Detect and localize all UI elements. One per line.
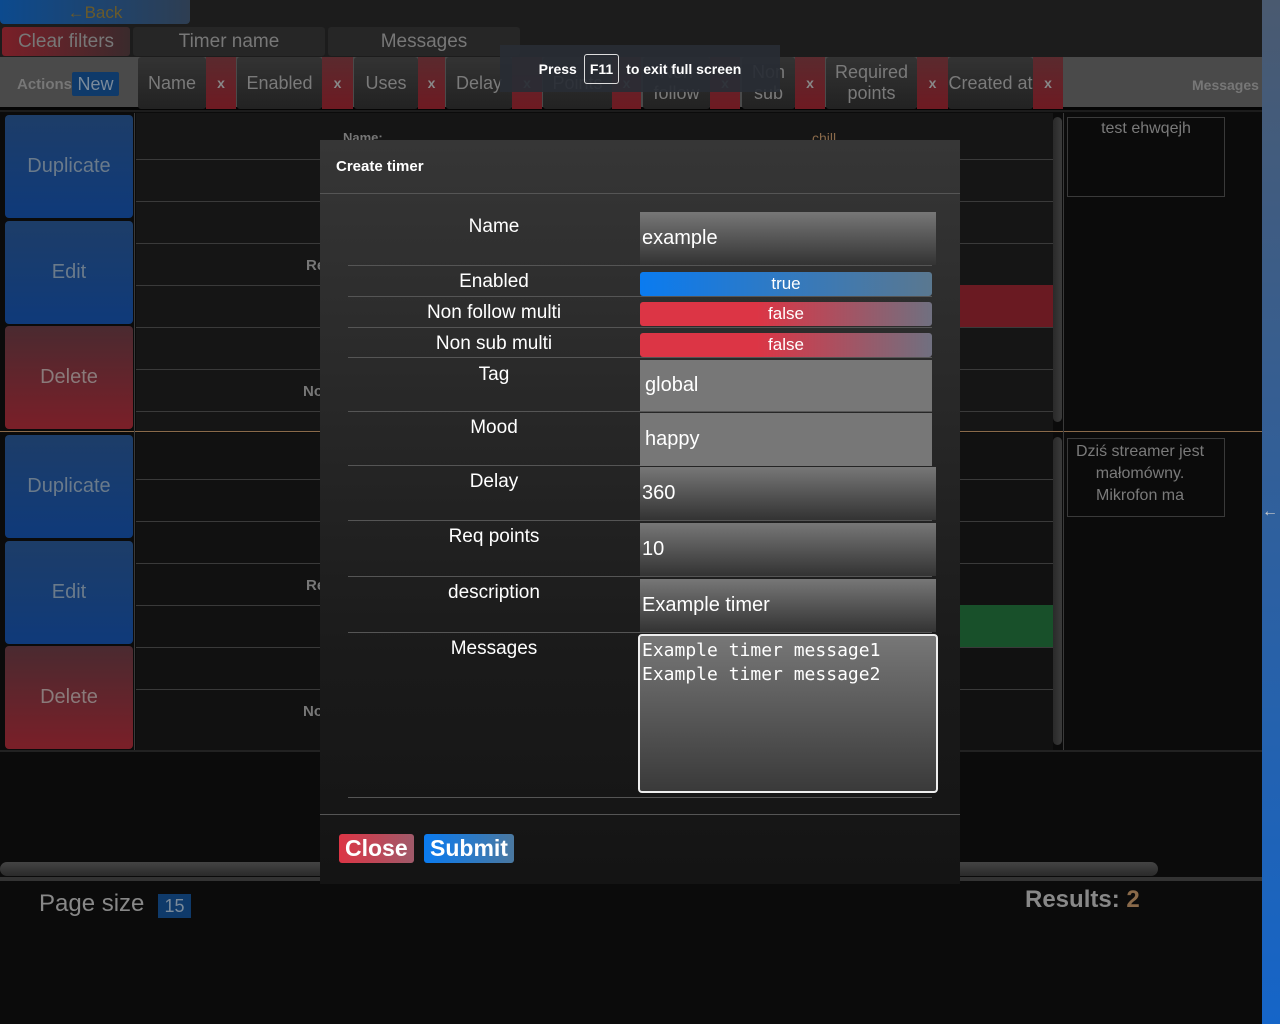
mood-select[interactable]: happy xyxy=(640,413,932,466)
messages-label: Messages xyxy=(450,638,538,659)
back-button[interactable]: ←Back xyxy=(0,0,190,24)
remove-column-button[interactable]: x xyxy=(795,57,825,109)
results-count: 2 xyxy=(1126,886,1140,913)
message-cell: test ehwqejh xyxy=(1067,117,1225,197)
notice-text: Press xyxy=(538,60,577,77)
enabled-toggle[interactable]: true xyxy=(640,272,932,296)
divider xyxy=(320,193,960,194)
messages-filter[interactable]: Messages xyxy=(328,27,520,56)
mood-label: Mood xyxy=(470,417,518,438)
tag-select[interactable]: global xyxy=(640,360,932,411)
non-follow-toggle[interactable]: false xyxy=(640,302,932,326)
name-label: Name xyxy=(468,216,520,237)
column-header[interactable]: Enabled xyxy=(237,57,322,109)
non-follow-label: Non follow multi xyxy=(426,302,562,323)
tag-label: Tag xyxy=(478,364,510,385)
column-divider xyxy=(134,113,135,750)
description-label: description xyxy=(448,582,540,603)
divider xyxy=(320,814,960,815)
edit-button[interactable]: Edit xyxy=(5,221,133,324)
remove-column-button[interactable]: x xyxy=(206,57,236,109)
status-cell-red xyxy=(960,285,1053,327)
name-input[interactable]: example xyxy=(640,212,936,265)
non-sub-toggle[interactable]: false xyxy=(640,333,932,357)
non-sub-label: Non sub multi xyxy=(435,333,553,354)
new-button[interactable]: New xyxy=(72,72,119,96)
remove-column-button[interactable]: x xyxy=(418,57,445,109)
description-input[interactable]: Example timer xyxy=(640,579,936,632)
page-size-select[interactable]: 15 xyxy=(158,894,191,918)
page-size-label: Page size xyxy=(39,890,145,917)
timer-name-filter[interactable]: Timer name xyxy=(133,27,325,56)
delay-label: Delay xyxy=(469,471,519,492)
column-header[interactable]: Created at xyxy=(948,57,1033,109)
remove-column-button[interactable]: x xyxy=(917,57,948,109)
column-divider xyxy=(1063,113,1064,750)
req-points-label: Req points xyxy=(448,526,540,547)
messages-textarea[interactable]: Example timer message1 Example timer mes… xyxy=(638,634,938,793)
status-cell-green xyxy=(960,605,1053,647)
delete-button[interactable]: Delete xyxy=(5,646,133,749)
column-header[interactable]: Uses xyxy=(354,57,418,109)
duplicate-button[interactable]: Duplicate xyxy=(5,115,133,218)
req-points-input[interactable]: 10 xyxy=(640,523,936,576)
results-label: Results: xyxy=(1025,886,1120,913)
delete-button[interactable]: Delete xyxy=(5,326,133,429)
row-scrollbar[interactable] xyxy=(1053,437,1062,745)
clear-filters-button[interactable]: Clear filters xyxy=(2,27,130,56)
messages-header: Messages xyxy=(1192,77,1259,93)
actions-header: Actions xyxy=(17,76,73,93)
message-cell: Dziś streamer jest małomówny. Mikrofon m… xyxy=(1067,438,1225,517)
modal-title: Create timer xyxy=(336,158,424,175)
remove-column-button[interactable]: x xyxy=(1033,57,1063,109)
remove-column-button[interactable]: x xyxy=(322,57,353,109)
f11-key: F11 xyxy=(583,53,620,84)
fullscreen-notice: Press F11 to exit full screen xyxy=(500,45,780,92)
create-timer-modal: Create timer Name example Enabled true Non… xyxy=(320,140,960,884)
submit-button[interactable]: Submit xyxy=(424,834,514,863)
close-button[interactable]: Close xyxy=(339,834,414,863)
arrow-left-icon: ← xyxy=(1262,503,1278,520)
column-header[interactable]: Name xyxy=(138,57,206,109)
duplicate-button[interactable]: Duplicate xyxy=(5,435,133,538)
row-scrollbar[interactable] xyxy=(1053,117,1062,422)
enabled-label: Enabled xyxy=(459,271,529,292)
notice-text: to exit full screen xyxy=(626,60,742,77)
delay-input[interactable]: 360 xyxy=(640,467,936,520)
column-header[interactable]: Required points xyxy=(826,57,917,109)
edit-button[interactable]: Edit xyxy=(5,541,133,644)
